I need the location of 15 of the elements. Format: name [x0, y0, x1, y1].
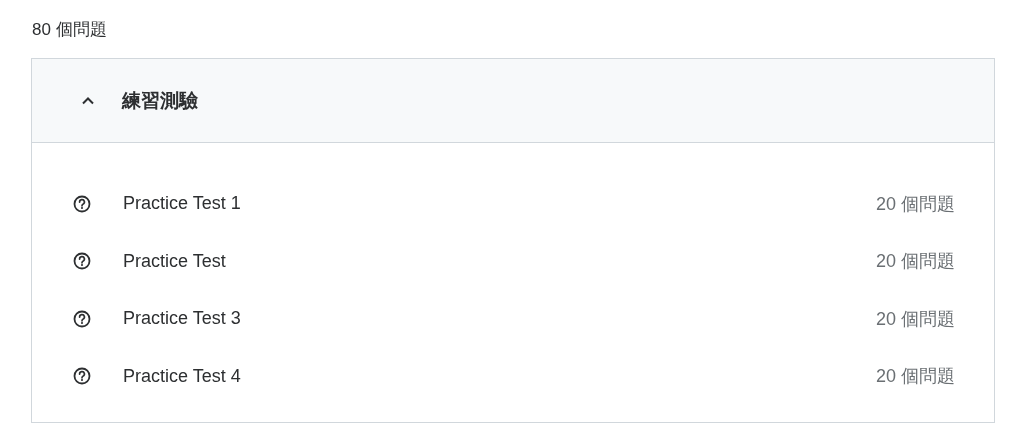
section-header[interactable]: 練習測驗 — [32, 59, 994, 143]
question-count: 20 個問題 — [875, 307, 955, 331]
question-count: 20 個問題 — [875, 192, 955, 216]
question-icon — [73, 252, 91, 271]
quiz-title[interactable]: Practice Test 1 — [123, 193, 876, 215]
question-icon — [73, 367, 91, 386]
quiz-title[interactable]: Practice Test 3 — [123, 308, 876, 330]
question-count: 20 個問題 — [875, 250, 955, 274]
question-icon — [73, 194, 91, 213]
question-icon — [73, 309, 91, 328]
caret-icon — [81, 96, 95, 105]
quiz-title[interactable]: Practice Test 4 — [123, 365, 876, 387]
question-count: 80 個問題 — [31, 19, 108, 41]
question-count: 20 個問題 — [875, 365, 955, 389]
quiz-title[interactable]: Practice Test — [123, 250, 876, 272]
